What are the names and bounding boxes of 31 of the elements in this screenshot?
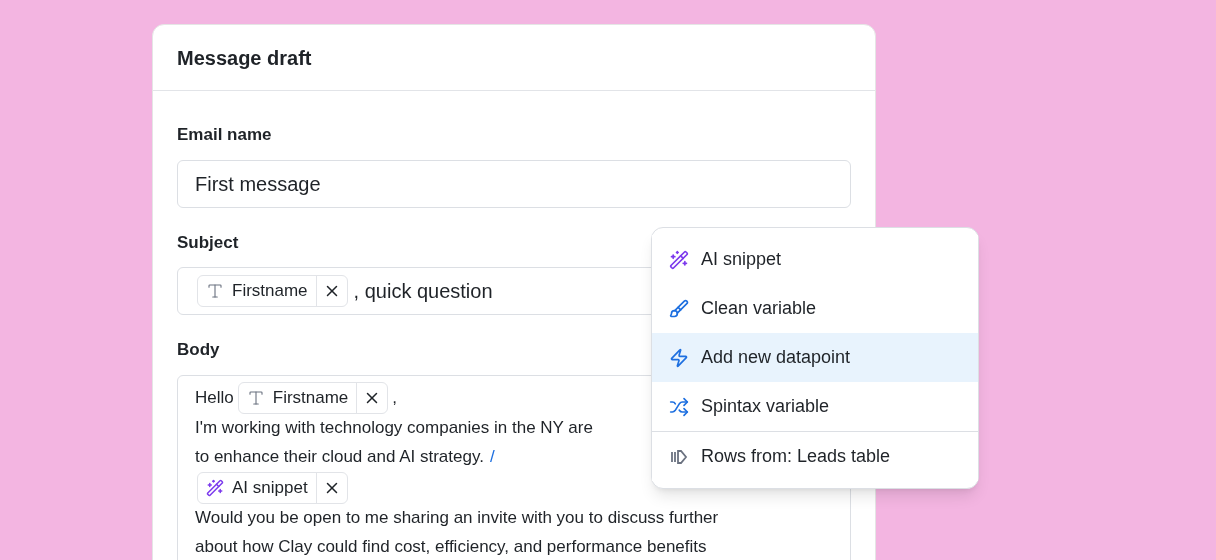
shuffle-icon [669,396,689,417]
field-label: Body [177,339,220,361]
body-text: Hello [195,386,234,409]
body-text: about how Clay could find cost, efficiency, and performance benefits [195,536,707,559]
chip-label: Firstname [272,386,349,409]
subject-text: , quick question [353,279,493,304]
magic-wand-icon [669,249,689,270]
body-text: , [392,386,398,409]
menu-item[interactable]: AI snippet [652,235,978,284]
field-label: Email name [177,124,272,146]
magic-wand-icon [206,478,224,497]
text-type-icon [206,282,224,300]
menu-item[interactable]: Add new datapoint [652,333,978,382]
menu-item[interactable]: Clean variable [652,284,978,333]
variable-chip[interactable]: AI snippet [197,471,348,504]
variable-chip[interactable]: Firstname [197,275,348,307]
slash-cursor: / [489,446,495,469]
chip-label: AI snippet [232,476,308,499]
lightning-icon [669,347,689,368]
email-name-field[interactable]: First message [177,159,851,208]
menu-item[interactable]: Spintax variable [652,382,978,431]
menu-item[interactable]: Rows from: Leads table [652,432,978,481]
text-type-icon [246,388,265,407]
card-title: Message draft [177,45,312,71]
body-text: I'm working with technology companies in the NY are [195,417,593,440]
chip-label: Firstname [232,280,308,303]
body-text: Would you be open to me sharing an invite with you to discuss further [195,507,719,530]
body-text: to enhance their cloud and AI strategy. [195,446,484,469]
brush-icon [669,298,689,319]
field-label: Subject [177,231,239,254]
variable-chip[interactable]: Firstname [237,381,389,414]
